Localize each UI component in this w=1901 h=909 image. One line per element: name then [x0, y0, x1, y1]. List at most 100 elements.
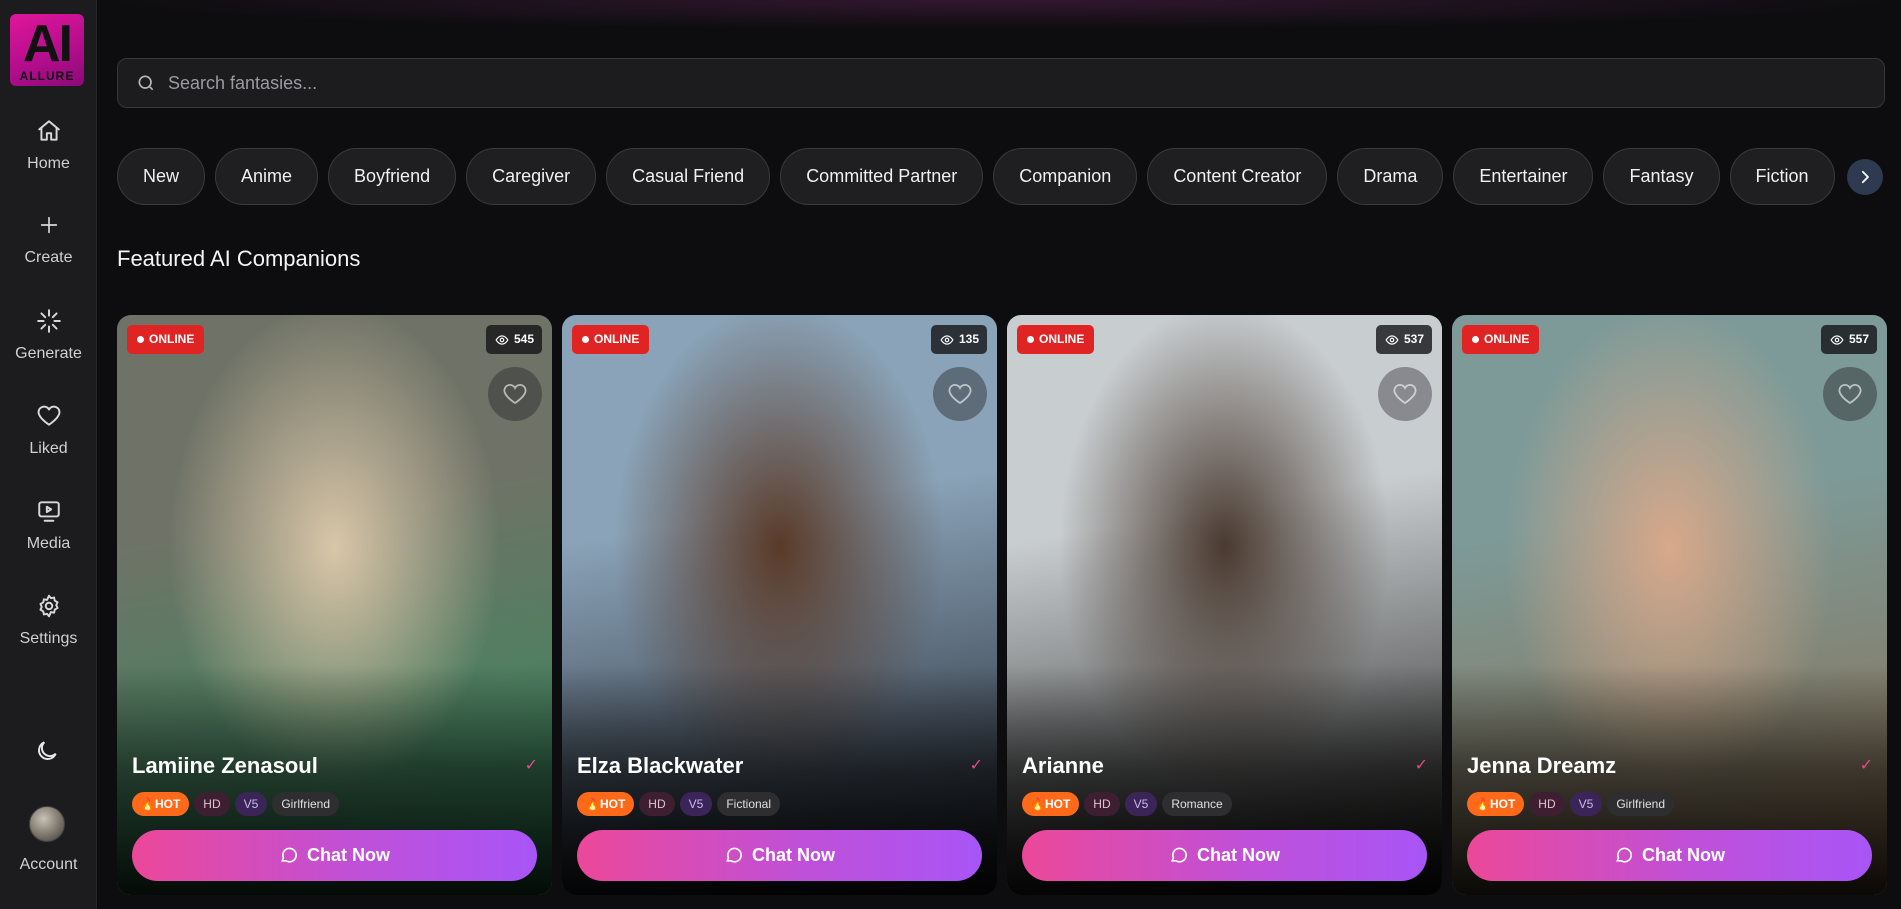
hot-badge-label: HOT: [154, 797, 181, 811]
companion-name: Arianne: [1022, 753, 1104, 778]
fire-icon: 🔥: [1475, 797, 1490, 811]
view-count-badge: 557: [1820, 325, 1877, 354]
version-badge: V5: [1124, 792, 1158, 816]
gear-icon: [38, 594, 59, 618]
online-badge: ONLINE: [1017, 325, 1095, 354]
category-chip-committed-partner[interactable]: Committed Partner: [780, 148, 984, 205]
sidebar-item-generate[interactable]: Generate: [0, 308, 97, 363]
companion-name: Elza Blackwater: [577, 753, 744, 778]
companion-card[interactable]: ONLINE 557 Jenna Dreamz ✓ 🔥HOT HD V5 Girlfr…: [1452, 315, 1887, 895]
eye-icon: [1830, 335, 1844, 345]
search-icon: [138, 75, 154, 91]
category-chip-anime[interactable]: Anime: [215, 148, 319, 205]
search-bar[interactable]: [117, 58, 1885, 108]
favorite-button[interactable]: [933, 367, 987, 421]
heart-icon: [503, 384, 527, 405]
view-count: 545: [513, 332, 534, 346]
view-count: 537: [1403, 332, 1424, 346]
chat-now-button[interactable]: Chat Now: [132, 830, 537, 881]
sidebar-item-create[interactable]: Create: [0, 214, 97, 267]
sidebar-item-home[interactable]: Home: [0, 118, 97, 173]
hot-badge-label: HOT: [1044, 797, 1071, 811]
chat-now-label: Chat Now: [752, 845, 835, 865]
favorite-button[interactable]: [488, 367, 542, 421]
fire-icon: 🔥: [585, 797, 600, 811]
hd-badge: HD: [1529, 792, 1565, 816]
companion-card[interactable]: ONLINE 545 Lamiine Zenasoul ✓ 🔥HOT HD V5 Gi…: [117, 315, 552, 895]
view-count: 135: [958, 332, 979, 346]
tag-list: 🔥HOT HD V5 Romance: [1022, 792, 1237, 816]
verified-icon: ✓: [524, 757, 538, 774]
category-chip-new[interactable]: New: [117, 148, 206, 205]
chat-now-button[interactable]: Chat Now: [577, 830, 982, 881]
category-badge: Romance: [1162, 792, 1232, 816]
avatar[interactable]: [29, 806, 65, 842]
chat-now-button[interactable]: Chat Now: [1022, 830, 1427, 881]
chat-now-label: Chat Now: [307, 845, 390, 865]
sidebar-item-media[interactable]: Media: [0, 498, 97, 553]
view-count-badge: 537: [1375, 325, 1432, 354]
hot-badge-label: HOT: [599, 797, 626, 811]
section-title: Featured AI Companions: [117, 246, 361, 271]
favorite-button[interactable]: [1823, 367, 1877, 421]
verified-icon: ✓: [1414, 757, 1428, 774]
sidebar-item-label: Media: [26, 535, 71, 552]
chat-now-button[interactable]: Chat Now: [1467, 830, 1872, 881]
chat-now-label: Chat Now: [1642, 845, 1725, 865]
eye-icon: [495, 335, 509, 345]
chat-now-label: Chat Now: [1197, 845, 1280, 865]
eye-icon: [940, 335, 954, 345]
companion-name: Jenna Dreamz: [1467, 753, 1617, 778]
fire-icon: 🔥: [1030, 797, 1045, 811]
header-glow: [97, 0, 1901, 30]
sidebar-item-settings[interactable]: Settings: [0, 593, 97, 648]
tag-list: 🔥HOT HD V5 Girlfriend: [1467, 792, 1679, 816]
heart-icon: [1393, 384, 1417, 405]
category-chip-fiction[interactable]: Fiction: [1729, 148, 1835, 205]
category-scroll-next-button[interactable]: [1847, 159, 1883, 195]
account-label[interactable]: Account: [0, 856, 97, 874]
chevron-right-icon: [1861, 170, 1869, 184]
hot-badge-label: HOT: [1489, 797, 1516, 811]
version-badge: V5: [679, 792, 713, 816]
hot-badge: 🔥HOT: [577, 792, 635, 816]
category-chip-companion[interactable]: Companion: [993, 148, 1138, 205]
logo-wordmark: ALLURE: [19, 69, 75, 83]
category-chip-fantasy[interactable]: Fantasy: [1603, 148, 1720, 205]
app-logo[interactable]: AI ALLURE: [10, 14, 84, 86]
view-count-badge: 135: [930, 325, 987, 354]
category-badge: Girlfriend: [272, 792, 340, 816]
category-chip-casual-friend[interactable]: Casual Friend: [606, 148, 771, 205]
hd-badge: HD: [194, 792, 230, 816]
favorite-button[interactable]: [1378, 367, 1432, 421]
category-chip-caregiver[interactable]: Caregiver: [466, 148, 597, 205]
online-badge: ONLINE: [572, 325, 650, 354]
companion-card[interactable]: ONLINE 537 Arianne ✓ 🔥HOT HD V5 Romance Cha…: [1007, 315, 1442, 895]
version-badge: V5: [1569, 792, 1603, 816]
online-badge: ONLINE: [127, 325, 205, 354]
view-count-badge: 545: [485, 325, 542, 354]
category-badge: Fictional: [717, 792, 781, 816]
online-badge: ONLINE: [1462, 325, 1540, 354]
theme-toggle[interactable]: [34, 738, 60, 764]
verified-icon: ✓: [969, 757, 983, 774]
search-input[interactable]: [168, 59, 1868, 107]
category-chip-drama[interactable]: Drama: [1337, 148, 1444, 205]
companion-card[interactable]: ONLINE 135 Elza Blackwater ✓ 🔥HOT HD V5 Fic…: [562, 315, 997, 895]
category-chip-content-creator[interactable]: Content Creator: [1147, 148, 1328, 205]
heart-icon: [948, 384, 972, 405]
view-count: 557: [1848, 332, 1869, 346]
heart-icon: [1838, 384, 1862, 405]
moon-icon: [38, 741, 57, 760]
sparkle-icon: [36, 309, 61, 333]
hot-badge: 🔥HOT: [1467, 792, 1525, 816]
heart-icon: [37, 405, 60, 426]
category-chip-entertainer[interactable]: Entertainer: [1453, 148, 1594, 205]
category-chip-boyfriend[interactable]: Boyfriend: [328, 148, 457, 205]
fire-icon: 🔥: [140, 797, 155, 811]
chat-bubble-icon: [281, 847, 297, 863]
hd-badge: HD: [639, 792, 675, 816]
chat-bubble-icon: [726, 847, 742, 863]
hot-badge: 🔥HOT: [1022, 792, 1080, 816]
sidebar-item-liked[interactable]: Liked: [0, 403, 97, 458]
